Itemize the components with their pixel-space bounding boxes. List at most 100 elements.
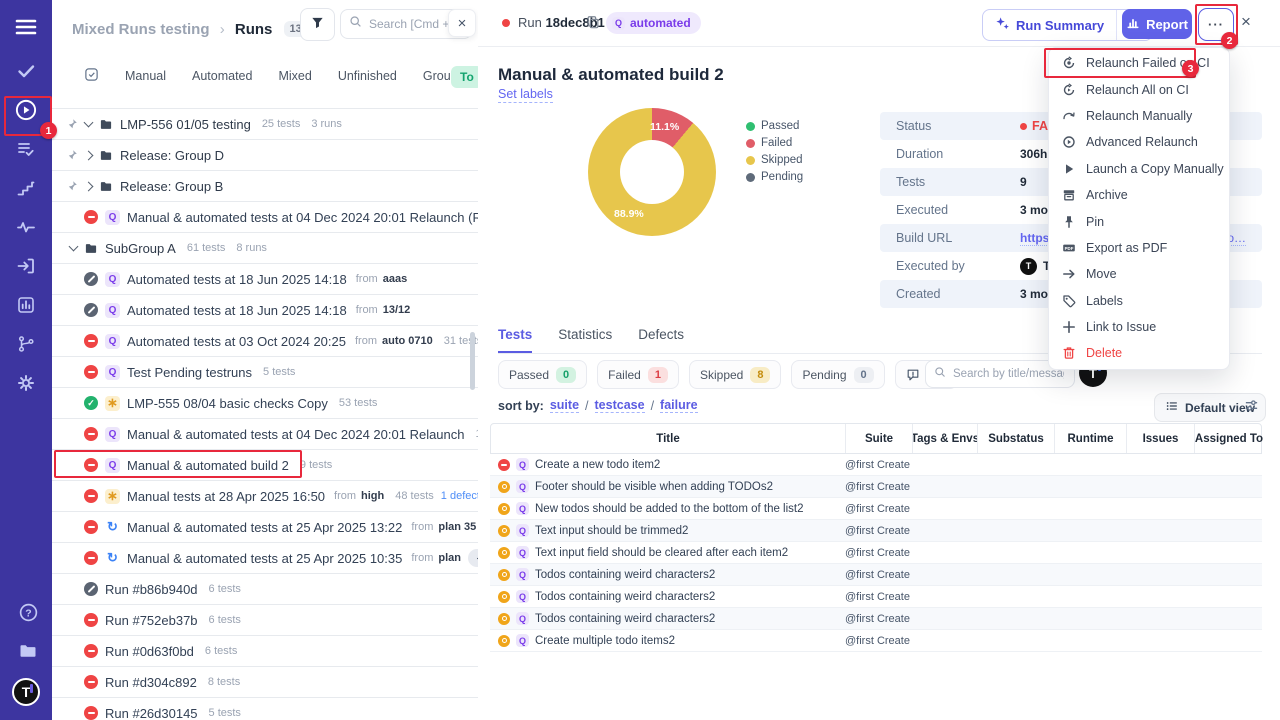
- chip-skipped[interactable]: Skipped8: [689, 360, 782, 389]
- tab-today[interactable]: To: [451, 66, 479, 88]
- sort-link-failure[interactable]: failure: [660, 398, 698, 413]
- run-row[interactable]: Run #26d301455 tests: [52, 698, 478, 720]
- sliders-icon[interactable]: [1244, 398, 1259, 418]
- table-row[interactable]: QCreate a new todo item2@first Create ..…: [490, 454, 1262, 476]
- run-row[interactable]: Run #d304c8928 tests: [52, 667, 478, 698]
- run-row[interactable]: QTest Pending testruns5 tests: [52, 357, 478, 388]
- run-row[interactable]: QAutomated tests at 18 Jun 2025 14:18fro…: [52, 264, 478, 295]
- group-row[interactable]: Release: Group B: [52, 171, 478, 202]
- run-row[interactable]: Run #752eb37b6 tests: [52, 605, 478, 636]
- tab-statistics[interactable]: Statistics: [558, 327, 612, 353]
- menu-item-labels[interactable]: Labels: [1049, 288, 1229, 314]
- table-row[interactable]: QTodos containing weird characters2@firs…: [490, 586, 1262, 608]
- menu-item-archive[interactable]: Archive: [1049, 182, 1229, 208]
- tab-manual[interactable]: Manual: [125, 69, 166, 83]
- pulse-icon[interactable]: [14, 216, 38, 238]
- chip-passed[interactable]: Passed0: [498, 360, 587, 389]
- column-header-issues[interactable]: Issues: [1127, 424, 1195, 453]
- table-row[interactable]: QFooter should be visible when adding TO…: [490, 476, 1262, 498]
- column-header-runtime[interactable]: Runtime: [1055, 424, 1127, 453]
- folder-icon[interactable]: [16, 640, 40, 662]
- chevron-down-icon[interactable]: [69, 242, 79, 252]
- help-icon[interactable]: ?: [16, 601, 40, 623]
- copy-icon[interactable]: [586, 15, 600, 34]
- menu-item-link-to-issue[interactable]: Link to Issue: [1049, 314, 1229, 340]
- menu-item-export-as-pdf[interactable]: PDFExport as PDF: [1049, 235, 1229, 261]
- breadcrumb-project[interactable]: Mixed Runs testing: [72, 21, 210, 38]
- filter-button[interactable]: [300, 8, 335, 41]
- tab-mixed[interactable]: Mixed: [278, 69, 311, 83]
- report-button[interactable]: Report: [1122, 9, 1192, 39]
- run-row[interactable]: Run #0d63f0bd6 tests: [52, 636, 478, 667]
- chip-failed[interactable]: Failed1: [597, 360, 679, 389]
- chip-pending[interactable]: Pending0: [791, 360, 884, 389]
- menu-item-pin[interactable]: Pin: [1049, 208, 1229, 234]
- column-header-title[interactable]: Title: [491, 424, 846, 453]
- set-labels-link[interactable]: Set labels: [498, 87, 553, 103]
- column-header-suite[interactable]: Suite: [846, 424, 913, 453]
- close-panel-button[interactable]: ×: [448, 9, 476, 37]
- run-row[interactable]: QManual & automated tests at 04 Dec 2024…: [52, 419, 478, 450]
- menu-item-relaunch-manually[interactable]: Relaunch Manually: [1049, 103, 1229, 129]
- play-circle-icon[interactable]: [14, 99, 38, 121]
- more-actions-button[interactable]: ···: [1198, 8, 1234, 41]
- tab-defects[interactable]: Defects: [638, 327, 684, 353]
- steps-icon[interactable]: [14, 177, 38, 199]
- run-row[interactable]: ∗LMP-555 08/04 basic checks Copy53 tests: [52, 388, 478, 419]
- tab-unfinished[interactable]: Unfinished: [338, 69, 397, 83]
- menu-item-relaunch-all-on-ci[interactable]: Relaunch All on CI: [1049, 76, 1229, 102]
- bar-chart-icon[interactable]: [14, 294, 38, 316]
- table-row[interactable]: QTodos containing weird characters2@firs…: [490, 564, 1262, 586]
- run-row[interactable]: ↻Manual & automated tests at 25 Apr 2025…: [52, 512, 478, 543]
- run-type-automated-icon: Q: [516, 568, 529, 581]
- close-details-button[interactable]: ×: [1241, 12, 1251, 32]
- tests-search-input[interactable]: [951, 367, 1066, 381]
- run-row[interactable]: ↻Manual & automated tests at 25 Apr 2025…: [52, 543, 478, 574]
- table-row[interactable]: QTodos containing weird characters2@firs…: [490, 608, 1262, 630]
- group-row[interactable]: LMP-556 01/05 testing25 tests3 runs: [52, 109, 478, 140]
- menu-item-relaunch-failed-on-ci[interactable]: Relaunch Failed on CI: [1049, 50, 1229, 76]
- check-icon[interactable]: [14, 60, 38, 82]
- chevron-down-icon[interactable]: [84, 118, 94, 128]
- menu-item-advanced-relaunch[interactable]: Advanced Relaunch: [1049, 129, 1229, 155]
- chevron-right-icon[interactable]: [84, 150, 94, 160]
- table-row[interactable]: QNew todos should be added to the bottom…: [490, 498, 1262, 520]
- run-type-automated-icon: Q: [516, 546, 529, 559]
- user-avatar[interactable]: T: [12, 678, 40, 706]
- column-header-assigned-to[interactable]: Assigned To: [1195, 424, 1263, 453]
- tab-tests[interactable]: Tests: [498, 327, 532, 353]
- tab-automated[interactable]: Automated: [192, 69, 252, 83]
- runs-list-scrollbar[interactable]: [470, 332, 475, 390]
- run-row[interactable]: Run #b86b940d6 tests: [52, 574, 478, 605]
- gear-icon[interactable]: [14, 372, 38, 394]
- menu-item-move[interactable]: Move: [1049, 261, 1229, 287]
- run-row[interactable]: ∗Manual tests at 28 Apr 2025 16:50fromhi…: [52, 481, 478, 512]
- run-row[interactable]: QManual & automated build 29 tests: [52, 450, 478, 481]
- chevron-right-icon[interactable]: [84, 181, 94, 191]
- list-check-icon[interactable]: [14, 138, 38, 160]
- select-all-icon[interactable]: [84, 67, 99, 85]
- menu-item-launch-a-copy-manually[interactable]: Launch a Copy Manually: [1049, 156, 1229, 182]
- table-row[interactable]: QText input field should be cleared afte…: [490, 542, 1262, 564]
- run-row[interactable]: QAutomated tests at 03 Oct 2024 20:25fro…: [52, 326, 478, 357]
- sort-link-testcase[interactable]: testcase: [595, 398, 645, 413]
- table-row[interactable]: QCreate multiple todo items2@first Creat…: [490, 630, 1262, 652]
- group-row[interactable]: SubGroup A61 tests8 runs: [52, 233, 478, 264]
- table-row[interactable]: QText input should be trimmed2@first Cre…: [490, 520, 1262, 542]
- column-header-tags-envs[interactable]: Tags & Envs: [913, 424, 978, 453]
- breadcrumb-section[interactable]: Runs: [235, 21, 273, 38]
- branch-icon[interactable]: [14, 333, 38, 355]
- sort-link-suite[interactable]: suite: [550, 398, 579, 413]
- column-header-substatus[interactable]: Substatus: [978, 424, 1055, 453]
- run-title: Run #752eb37b: [105, 613, 198, 628]
- import-icon[interactable]: [14, 255, 38, 277]
- run-row[interactable]: QManual & automated tests at 04 Dec 2024…: [52, 202, 478, 233]
- menu-icon[interactable]: [13, 16, 39, 38]
- group-row[interactable]: Release: Group D: [52, 140, 478, 171]
- run-row[interactable]: QAutomated tests at 18 Jun 2025 14:18fro…: [52, 295, 478, 326]
- menu-item-delete[interactable]: Delete: [1049, 340, 1229, 366]
- table-view-icon: [1165, 399, 1179, 416]
- automated-badge[interactable]: Qautomated: [606, 12, 701, 34]
- defects-link[interactable]: 1 defects: [441, 490, 478, 502]
- from-label: from: [356, 273, 378, 285]
